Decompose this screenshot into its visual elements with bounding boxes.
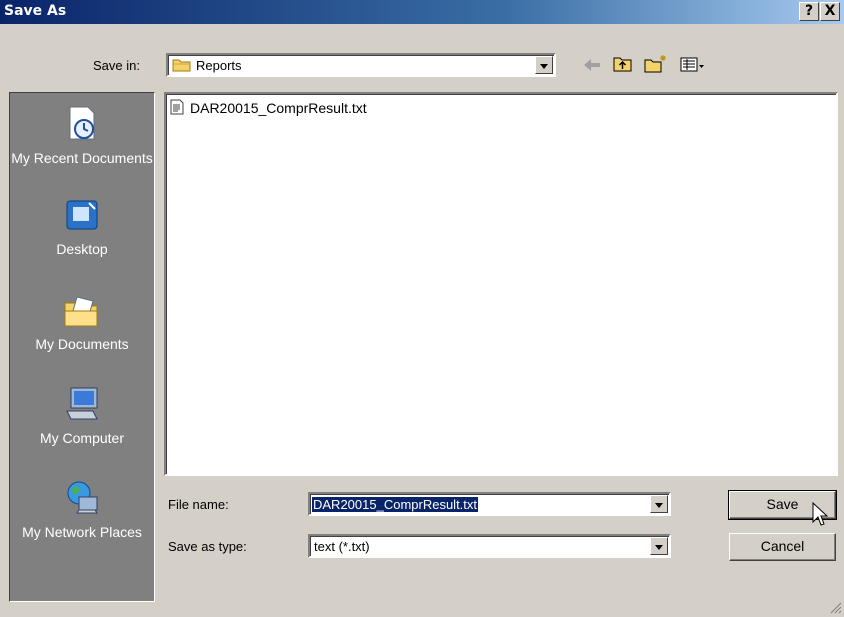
save-type-value: text (*.txt) [314, 539, 370, 554]
view-menu-icon[interactable] [680, 57, 706, 76]
help-button[interactable]: ? [799, 2, 819, 21]
save-type-label: Save as type: [168, 539, 247, 554]
file-list[interactable]: DAR20015_ComprResult.txt [164, 92, 838, 476]
file-name-field[interactable]: DAR20015_ComprResult.txt [308, 492, 671, 516]
window-title: Save As [4, 3, 67, 19]
place-network-places[interactable]: My Network Places [10, 479, 154, 540]
file-name-label: File name: [168, 497, 229, 512]
back-arrow-icon[interactable] [582, 56, 602, 77]
save-in-value: Reports [196, 58, 242, 73]
save-in-dropdown[interactable]: Reports [166, 53, 556, 77]
save-type-dropdown[interactable]: text (*.txt) [308, 534, 671, 558]
title-bar[interactable]: Save As ? X [0, 0, 844, 24]
desktop-icon [10, 198, 154, 237]
place-my-documents[interactable]: My Documents [10, 293, 154, 352]
chevron-down-icon[interactable] [650, 537, 668, 555]
close-button[interactable]: X [820, 2, 840, 21]
up-folder-icon[interactable] [613, 55, 633, 76]
cancel-button[interactable]: Cancel [729, 533, 836, 561]
my-documents-icon [10, 293, 154, 332]
place-recent-documents[interactable]: My Recent Documents [10, 105, 154, 166]
chevron-down-icon[interactable] [535, 56, 553, 74]
save-in-label: Save in: [93, 58, 140, 73]
recent-documents-icon [10, 105, 154, 146]
chevron-down-icon[interactable] [650, 495, 668, 513]
place-desktop[interactable]: Desktop [10, 198, 154, 257]
file-name: DAR20015_ComprResult.txt [190, 100, 367, 116]
place-label: Desktop [56, 241, 108, 257]
place-label: My Network Places [22, 524, 142, 540]
text-file-icon [170, 99, 184, 118]
resize-grip-icon[interactable] [828, 600, 842, 617]
place-label: My Documents [35, 336, 129, 352]
place-label: My Computer [39, 430, 125, 446]
my-computer-icon [10, 385, 154, 426]
places-bar: My Recent Documents Desktop My Documents [9, 92, 155, 602]
place-label: My Recent Documents [11, 150, 153, 166]
place-my-computer[interactable]: My Computer [10, 385, 154, 446]
folder-icon [172, 57, 192, 76]
network-places-icon [10, 479, 154, 520]
cursor-icon [812, 501, 829, 531]
file-name-input-value[interactable]: DAR20015_ComprResult.txt [312, 497, 479, 512]
new-folder-icon[interactable] [644, 54, 668, 77]
